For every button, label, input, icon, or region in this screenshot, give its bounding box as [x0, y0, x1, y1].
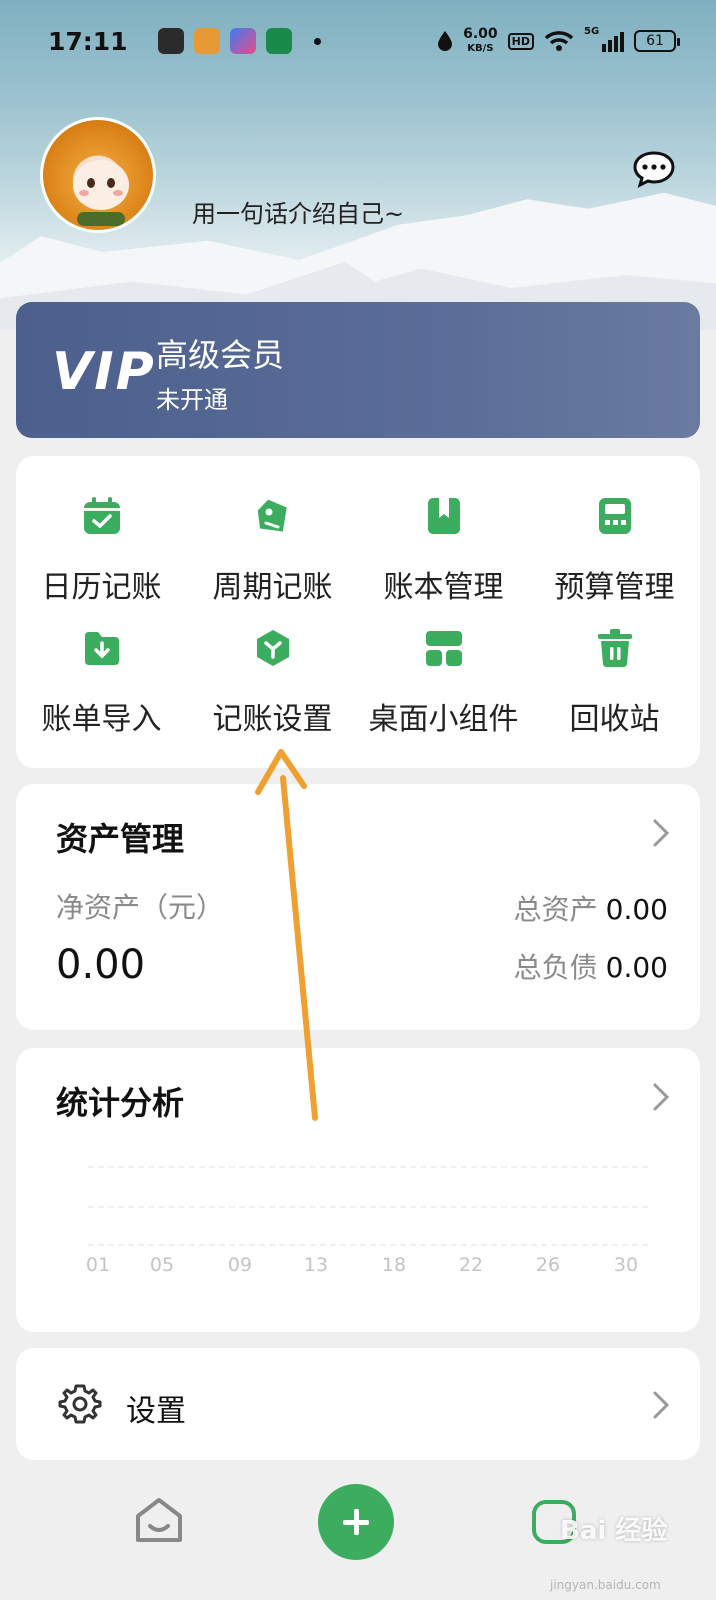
- shortcut-desktop-widget[interactable]: 桌面小组件: [358, 628, 529, 738]
- shortcut-label: 回收站: [569, 702, 660, 737]
- battery-icon: 61: [634, 30, 680, 52]
- x-tick-label: 13: [303, 1254, 329, 1276]
- chevron-right-icon: [653, 819, 670, 847]
- trash-icon: [597, 629, 632, 667]
- chevron-right-icon: [653, 1083, 670, 1111]
- notification-app-icon: [265, 28, 292, 54]
- shortcut-recycle-bin[interactable]: 回收站: [529, 628, 700, 738]
- vip-card[interactable]: VIP 高级会员 未开通: [16, 302, 700, 438]
- shortcut-label: 周期记账: [212, 570, 333, 605]
- signal-icon: 5G: [584, 26, 624, 52]
- network-type: 5G: [584, 26, 600, 37]
- calendar-check-icon: [83, 497, 120, 534]
- total-debt-value: 0.00: [605, 951, 668, 984]
- notification-app-icon: [157, 28, 184, 54]
- tag-icon: [257, 499, 287, 532]
- avatar-blush: [79, 190, 89, 196]
- widget-grid-icon: [425, 631, 462, 666]
- x-tick-label: 22: [458, 1254, 484, 1276]
- x-tick-label: 05: [149, 1254, 175, 1276]
- avatar-blush: [113, 190, 123, 196]
- shortcut-label: 账单导入: [41, 702, 162, 737]
- avatar-eye: [107, 178, 115, 188]
- shortcut-label: 桌面小组件: [368, 702, 519, 737]
- net-assets-value: 0.00: [56, 942, 146, 988]
- status-time: 17:11: [48, 26, 128, 56]
- avatar[interactable]: [40, 117, 156, 233]
- shortcut-budget-management[interactable]: 预算管理: [529, 496, 700, 606]
- notification-app-icon: [229, 28, 256, 54]
- total-debt: 总负债 0.00: [514, 946, 668, 986]
- watermark-logo: Bai 经验: [560, 1516, 668, 1546]
- shortcut-calendar-accounting[interactable]: 日历记账: [16, 496, 187, 606]
- gear-icon: [58, 1384, 102, 1424]
- bottom-navigation: Bai 经验 jingyan.baidu.com: [0, 1460, 716, 1600]
- total-assets-value: 0.00: [605, 893, 668, 926]
- notification-app-icon: [193, 28, 220, 54]
- chevron-right-icon: [653, 1391, 670, 1419]
- statistics-card[interactable]: 统计分析 01 05 09 13 18 22 26 30: [16, 1048, 700, 1332]
- statistics-title: 统计分析: [56, 1084, 185, 1122]
- asset-management-card[interactable]: 资产管理 净资产（元） 0.00 总资产 0.00 总负债 0.00: [16, 784, 700, 1030]
- network-speed: 6.00 KB/S: [463, 25, 498, 55]
- x-tick-label: 30: [613, 1254, 639, 1276]
- status-app-icons: [157, 28, 321, 54]
- total-assets: 总资产 0.00: [514, 888, 668, 928]
- avatar-bow: [77, 212, 125, 226]
- vip-logo: VIP: [52, 342, 156, 402]
- settings-label: 设置: [126, 1394, 186, 1429]
- asset-title: 资产管理: [56, 820, 185, 858]
- x-tick-label: 01: [85, 1254, 111, 1276]
- x-tick-label: 09: [227, 1254, 253, 1276]
- shortcut-label: 日历记账: [41, 570, 162, 605]
- avatar-face: [73, 160, 129, 210]
- message-icon[interactable]: [632, 150, 676, 188]
- x-tick-label: 26: [535, 1254, 561, 1276]
- shortcut-label: 预算管理: [554, 570, 675, 605]
- data-saver-icon: [438, 31, 453, 51]
- shortcut-periodic-accounting[interactable]: 周期记账: [187, 496, 358, 606]
- net-assets-label: 净资产（元）: [56, 891, 225, 924]
- wifi-icon: [544, 31, 574, 51]
- watermark-url: jingyan.baidu.com: [550, 1578, 661, 1592]
- shortcut-bill-import[interactable]: 账单导入: [16, 628, 187, 738]
- profile-intro[interactable]: 用一句话介绍自己~: [192, 194, 404, 229]
- folder-download-icon: [84, 632, 119, 665]
- add-record-button[interactable]: [318, 1484, 394, 1560]
- bookmark-book-icon: [427, 498, 460, 534]
- speed-unit: KB/S: [467, 42, 494, 54]
- chart-gridline: [88, 1244, 648, 1246]
- shortcut-grid-card: 日历记账 周期记账 账本管理 预算管理 账单导入 记账设置 桌面小组件 回收站: [16, 456, 700, 768]
- hexagon-setting-icon: [256, 630, 289, 666]
- shortcut-accounting-settings[interactable]: 记账设置: [187, 628, 358, 738]
- speed-value: 6.00: [463, 25, 498, 42]
- total-debt-label: 总负债: [513, 951, 598, 984]
- shortcut-label: 记账设置: [212, 702, 333, 737]
- shortcut-label: 账本管理: [383, 570, 504, 605]
- home-icon[interactable]: [134, 1496, 184, 1544]
- hd-badge: HD: [507, 32, 534, 50]
- vip-status: 未开通: [156, 386, 228, 414]
- total-assets-label: 总资产: [513, 893, 598, 926]
- chart-gridline: [88, 1206, 648, 1208]
- status-bar: 17:11 6.00 KB/S HD 5G 61: [0, 0, 716, 82]
- status-indicators: 6.00 KB/S HD 5G 61: [437, 25, 680, 55]
- more-notifications-dot: [313, 37, 321, 45]
- calculator-icon: [598, 498, 631, 534]
- x-tick-label: 18: [381, 1254, 407, 1276]
- avatar-eye: [87, 178, 95, 188]
- chart-gridline: [88, 1166, 648, 1168]
- vip-title: 高级会员: [156, 336, 285, 374]
- settings-row[interactable]: 设置: [16, 1348, 700, 1460]
- shortcut-ledger-management[interactable]: 账本管理: [358, 496, 529, 606]
